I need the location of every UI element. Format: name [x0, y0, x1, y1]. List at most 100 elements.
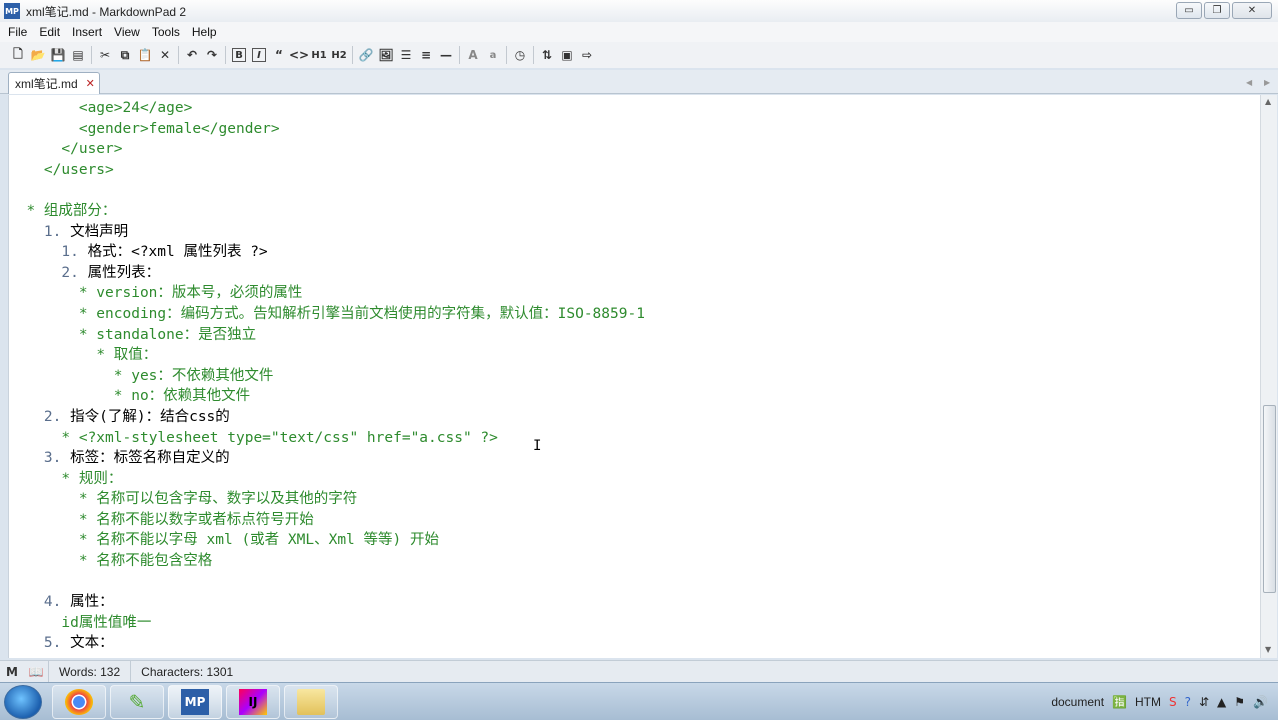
tab-scroll-right-icon[interactable]: ▶	[1264, 78, 1270, 87]
line-text: * yes：不依赖其他文件	[113, 367, 274, 384]
minimize-button[interactable]: ▭	[1176, 2, 1202, 19]
editor-line: * 名称不能以字母 xml (或者 XML、Xml 等等) 开始	[9, 530, 645, 551]
list-number: 5.	[43, 635, 71, 652]
link-icon[interactable]: 🔗	[356, 45, 376, 65]
font-large-button[interactable]: A	[463, 45, 483, 65]
delete-icon[interactable]: ✕	[155, 45, 175, 65]
code-button[interactable]: <>	[289, 45, 309, 65]
open-folder-icon[interactable]: 📂	[28, 45, 48, 65]
taskbar: ✎ MP IJ document 🈯 HTM S ? ⇵ ▲ ⚑ 🔊	[0, 682, 1278, 720]
line-text: 格式：<?xml 属性列表 ?>	[87, 244, 268, 261]
editor-line: * 名称可以包含字母、数字以及其他的字符	[9, 489, 645, 510]
taskbar-chrome[interactable]	[52, 685, 106, 719]
flag-icon[interactable]: ⚑	[1234, 695, 1245, 709]
tab-scroll-left-icon[interactable]: ◀	[1246, 78, 1252, 87]
scrollbar-thumb[interactable]	[1263, 405, 1276, 593]
quote-button[interactable]: “	[269, 45, 289, 65]
line-text: 文本：	[70, 635, 114, 652]
markdown-editor[interactable]: <age>24</age> <gender>female</gender> </…	[8, 95, 1260, 658]
book-icon[interactable]: 📖	[24, 665, 48, 679]
menu-file[interactable]: File	[2, 25, 33, 39]
undo-icon[interactable]: ↶	[182, 45, 202, 65]
menu-view[interactable]: View	[108, 25, 146, 39]
copy-icon[interactable]: ⧉	[115, 45, 135, 65]
line-text: 属性：	[70, 594, 114, 611]
editor-line: * 名称不能以数字或者标点符号开始	[9, 510, 645, 531]
font-small-button[interactable]: a	[483, 45, 503, 65]
maximize-button[interactable]: ❐	[1204, 2, 1230, 19]
menu-bar: File Edit Insert View Tools Help	[0, 22, 1278, 42]
h1-button[interactable]: H1	[309, 45, 329, 65]
export-icon[interactable]: ⇨	[577, 45, 597, 65]
markdown-icon[interactable]: M	[0, 665, 24, 679]
toolbar-separator	[225, 46, 226, 64]
editor-line: <gender>female</gender>	[9, 119, 645, 140]
menu-help[interactable]: Help	[186, 25, 223, 39]
editor-line: * encoding：编码方式。告知解析引擎当前文档使用的字符集，默认值：ISO…	[9, 304, 645, 325]
save-icon[interactable]: 💾	[48, 45, 68, 65]
line-text: <age>24</age>	[78, 100, 193, 116]
taskbar-notepad[interactable]: ✎	[110, 685, 164, 719]
bullet-list-icon[interactable]: ☰	[396, 45, 416, 65]
editor-line: <age>24</age>	[9, 98, 645, 119]
close-button[interactable]: ✕	[1232, 2, 1272, 19]
tray-expand-icon[interactable]: ▲	[1217, 695, 1226, 709]
split-view-icon[interactable]: ⇅	[537, 45, 557, 65]
line-text: * 名称不能以字母 xml (或者 XML、Xml 等等) 开始	[78, 532, 439, 549]
scroll-up-icon[interactable]: ▲	[1265, 97, 1271, 106]
paste-icon[interactable]: 📋	[135, 45, 155, 65]
taskbar-intellij[interactable]: IJ	[226, 685, 280, 719]
clock-icon[interactable]: ◷	[510, 45, 530, 65]
line-text: * 组成部分：	[26, 202, 117, 219]
italic-button[interactable]: I	[252, 48, 266, 62]
title-bar: MP xml笔记.md - MarkdownPad 2 ▭ ❐ ✕	[0, 0, 1278, 22]
new-file-icon[interactable]: 🗋	[8, 45, 28, 65]
cut-icon[interactable]: ✂	[95, 45, 115, 65]
tray-htm-label: HTM	[1134, 695, 1161, 709]
bold-button[interactable]: B	[232, 48, 246, 62]
list-number: 2.	[43, 408, 71, 425]
ime-icon[interactable]: 🈯	[1112, 695, 1127, 709]
tab-close-icon[interactable]: ✕	[86, 77, 95, 90]
list-number: 3.	[43, 450, 71, 467]
menu-edit[interactable]: Edit	[33, 25, 66, 39]
preview-icon[interactable]: ▣	[557, 45, 577, 65]
scroll-down-icon[interactable]: ▼	[1265, 645, 1271, 654]
editor-line: 1. 文档声明	[9, 222, 645, 243]
start-button[interactable]	[4, 685, 42, 719]
toolbar-separator	[506, 46, 507, 64]
status-bar: M 📖 Words: 132 Characters: 1301	[0, 660, 1278, 683]
volume-icon[interactable]: 🔊	[1253, 695, 1268, 709]
help-icon[interactable]: ?	[1185, 695, 1191, 709]
taskbar-markdownpad[interactable]: MP	[168, 685, 222, 719]
word-count: Words: 132	[48, 660, 130, 683]
horizontal-rule-icon[interactable]: —	[436, 45, 456, 65]
menu-insert[interactable]: Insert	[66, 25, 108, 39]
redo-icon[interactable]: ↷	[202, 45, 222, 65]
intellij-icon: IJ	[239, 689, 267, 715]
list-number: 1.	[61, 244, 88, 261]
numbered-list-icon[interactable]: ≡	[416, 45, 436, 65]
network-icon[interactable]: ⇵	[1199, 695, 1209, 709]
save-all-icon[interactable]: ▤	[68, 45, 88, 65]
editor-line: 1. 格式：<?xml 属性列表 ?>	[9, 242, 645, 263]
taskbar-explorer[interactable]	[284, 685, 338, 719]
vertical-scrollbar[interactable]: ▲ ▼	[1260, 95, 1277, 658]
h2-button[interactable]: H2	[329, 45, 349, 65]
tab-xml-notes[interactable]: xml笔记.md ✕	[8, 72, 100, 94]
menu-tools[interactable]: Tools	[146, 25, 186, 39]
sogou-icon[interactable]: S	[1169, 695, 1177, 709]
image-icon[interactable]: 🖼	[376, 45, 396, 65]
